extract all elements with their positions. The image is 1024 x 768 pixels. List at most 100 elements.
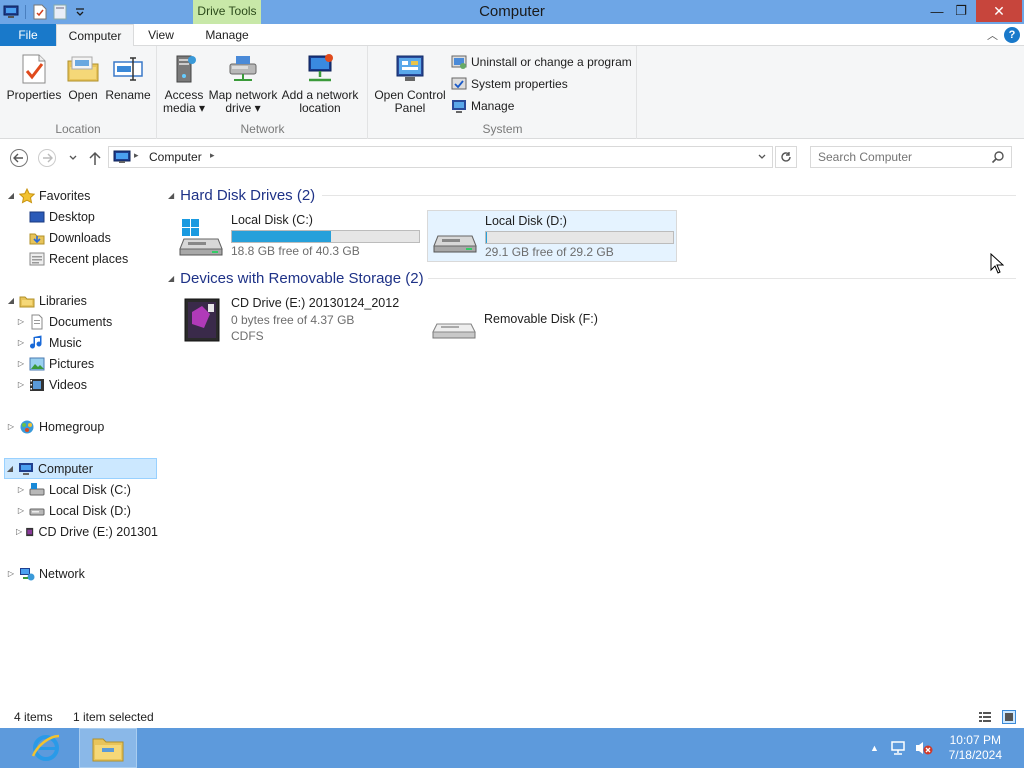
drive-c-name: Local Disk (C:) [231, 213, 313, 227]
address-bar[interactable]: ▸ Computer ▸ [108, 146, 773, 168]
open-button[interactable]: Open [64, 52, 102, 102]
collapsed-arrow-icon[interactable]: ▷ [16, 317, 26, 326]
ribbon: Properties Open Rename Location Access m… [0, 46, 1024, 139]
collapse-group-icon[interactable]: ◢ [168, 191, 174, 200]
expand-arrow-icon[interactable]: ◢ [6, 191, 16, 200]
rename-button[interactable]: Rename [104, 52, 152, 102]
address-dropdown-chevron-icon[interactable] [757, 151, 767, 165]
new-folder-icon[interactable] [51, 3, 69, 21]
show-hidden-icons-button[interactable]: ▲ [870, 728, 879, 768]
system-clock[interactable]: 10:07 PM 7/18/2024 [949, 733, 1002, 763]
access-media-button[interactable]: Access media ▾ [162, 52, 206, 115]
large-icons-view-icon[interactable] [1002, 710, 1016, 724]
removable-storage-header[interactable]: ◢ Devices with Removable Storage (2) [168, 268, 424, 288]
drive-removable-f[interactable]: Removable Disk (F:) [427, 293, 677, 345]
map-network-drive-button[interactable]: Map network drive ▾ [208, 52, 278, 115]
minimize-ribbon-chevron-icon[interactable]: ︿ [987, 27, 998, 43]
drive-cd-e[interactable]: CD Drive (E:) 20130124_2012 0 bytes free… [174, 293, 424, 345]
nav-downloads-label: Downloads [49, 230, 111, 245]
nav-desktop[interactable]: Desktop [16, 206, 95, 227]
removable-storage-title: Devices with Removable Storage (2) [180, 269, 424, 287]
close-button[interactable]: ✕ [976, 0, 1022, 22]
system-group-label: System [482, 122, 523, 136]
system-properties-button[interactable]: System properties [451, 74, 568, 94]
open-label: Open [68, 88, 98, 102]
nav-local-disk-d[interactable]: ▷ Local Disk (D:) [16, 500, 131, 521]
expand-arrow-icon[interactable]: ◢ [6, 296, 16, 305]
uninstall-program-button[interactable]: Uninstall or change a program [451, 52, 632, 72]
nav-pictures[interactable]: ▷ Pictures [16, 353, 94, 374]
manage-button[interactable]: Manage [451, 96, 514, 116]
collapsed-arrow-icon[interactable]: ▷ [16, 506, 26, 515]
removable-disk-name: Removable Disk (F:) [484, 312, 598, 326]
collapse-group-icon[interactable]: ◢ [168, 274, 174, 283]
clock-time: 10:07 PM [949, 733, 1001, 747]
search-input[interactable] [811, 147, 981, 167]
nav-downloads[interactable]: Downloads [16, 227, 111, 248]
restore-button[interactable]: ❐ [948, 0, 974, 22]
refresh-button[interactable] [775, 146, 797, 168]
nav-music[interactable]: ▷ Music [16, 332, 82, 353]
clock-date: 7/18/2024 [948, 748, 1002, 762]
search-icon[interactable] [991, 150, 1005, 164]
expand-arrow-icon[interactable]: ◢ [5, 464, 15, 473]
collapsed-arrow-icon[interactable]: ▷ [16, 485, 26, 494]
breadcrumb-chevron-icon[interactable]: ▸ [134, 150, 139, 161]
nav-recent-places[interactable]: Recent places [16, 248, 128, 269]
search-box[interactable] [810, 146, 1012, 168]
details-view-icon[interactable] [978, 710, 992, 724]
drive-local-disk-d[interactable]: Local Disk (D:) 29.1 GB free of 29.2 GB [427, 210, 677, 262]
drive-local-disk-c[interactable]: Local Disk (C:) 18.8 GB free of 40.3 GB [174, 210, 424, 262]
tab-computer[interactable]: Computer [56, 24, 134, 47]
collapsed-arrow-icon[interactable]: ▷ [6, 569, 16, 578]
customize-toolbar-chevron-icon[interactable] [71, 3, 89, 21]
network-drive-icon [226, 52, 260, 86]
tab-file[interactable]: File [0, 24, 56, 46]
back-button[interactable] [9, 148, 29, 168]
properties-button[interactable]: Properties [6, 52, 62, 102]
breadcrumb-computer[interactable]: Computer [149, 147, 202, 167]
taskbar: ▲ 10:07 PM 7/18/2024 [0, 728, 1024, 768]
tab-view[interactable]: View [136, 24, 186, 46]
nav-favorites-label: Favorites [39, 188, 91, 203]
system-drive-icon [29, 482, 45, 495]
location-group-label: Location [55, 122, 101, 136]
collapsed-arrow-icon[interactable]: ▷ [16, 338, 26, 347]
nav-computer[interactable]: ◢ Computer [4, 458, 157, 479]
computer-icon[interactable] [2, 3, 20, 21]
nav-documents[interactable]: ▷ Documents [16, 311, 112, 332]
nav-network[interactable]: ▷ Network [6, 563, 85, 584]
nav-videos[interactable]: ▷ Videos [16, 374, 87, 395]
minimize-button[interactable]: — [924, 0, 950, 22]
rename-icon [111, 52, 145, 86]
properties-icon[interactable] [31, 3, 49, 21]
volume-tray-button[interactable] [914, 728, 934, 768]
recent-locations-button[interactable] [63, 148, 83, 168]
nav-local-disk-c[interactable]: ▷ Local Disk (C:) [16, 479, 131, 500]
hard-disk-drives-header[interactable]: ◢ Hard Disk Drives (2) [168, 185, 315, 205]
file-explorer-task-button[interactable] [79, 728, 137, 768]
nav-cd-drive[interactable]: ▷ CD Drive (E:) 201301 [16, 521, 158, 542]
network-location-icon [303, 52, 337, 86]
breadcrumb-chevron-icon[interactable]: ▸ [210, 150, 215, 161]
cd-drive-icon [26, 527, 34, 536]
help-icon[interactable]: ? [1004, 27, 1020, 43]
collapsed-arrow-icon[interactable]: ▷ [16, 527, 22, 536]
up-arrow-icon [89, 151, 101, 165]
open-control-panel-button[interactable]: Open Control Panel [373, 52, 447, 115]
forward-button[interactable] [37, 148, 57, 168]
tab-manage[interactable]: Manage [194, 24, 260, 46]
collapsed-arrow-icon[interactable]: ▷ [16, 359, 26, 368]
nav-favorites[interactable]: ◢ Favorites [6, 185, 90, 206]
rename-label: Rename [105, 88, 151, 102]
collapsed-arrow-icon[interactable]: ▷ [6, 422, 16, 431]
network-tray-button[interactable] [890, 728, 908, 768]
manage-label: Manage [471, 99, 515, 113]
nav-libraries[interactable]: ◢ Libraries [6, 290, 87, 311]
up-button[interactable] [85, 148, 105, 168]
nav-documents-label: Documents [49, 314, 113, 329]
nav-homegroup[interactable]: ▷ Homegroup [6, 416, 104, 437]
collapsed-arrow-icon[interactable]: ▷ [16, 380, 26, 389]
add-network-location-button[interactable]: Add a network location [280, 52, 360, 115]
internet-explorer-task-button[interactable] [17, 728, 75, 768]
